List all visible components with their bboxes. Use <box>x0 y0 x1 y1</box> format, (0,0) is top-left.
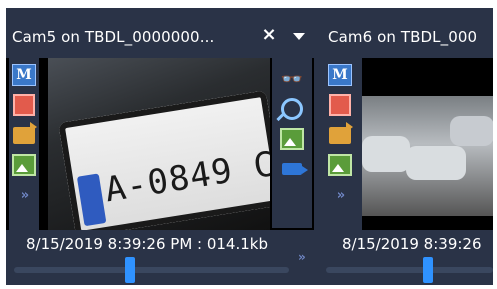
camera-title-bar-left: Cam5 on TBDL_0000000... × <box>6 8 314 58</box>
toolbar-more-button[interactable]: » <box>12 184 36 206</box>
video-view-right[interactable] <box>362 58 493 230</box>
more-icon: » <box>336 187 346 203</box>
timeline-slider-left[interactable] <box>14 257 289 283</box>
camera-viewer-app: Cam5 on TBDL_0000000... × A-0849 CS M » … <box>6 8 493 285</box>
camera-panel-left: Cam5 on TBDL_0000000... × A-0849 CS M » … <box>6 8 314 285</box>
folder-export-icon <box>13 121 37 144</box>
toolbar-export-button[interactable] <box>12 121 37 146</box>
toolbar-image-button[interactable] <box>280 128 304 150</box>
right-toolbar: 👓 <box>272 58 312 228</box>
close-button[interactable]: × <box>259 24 279 46</box>
car <box>450 116 493 146</box>
toolbar-export-button[interactable] <box>328 121 353 146</box>
stop-icon <box>329 94 351 116</box>
toolbar-camera-button[interactable] <box>280 158 308 180</box>
toolbar-search-button[interactable] <box>280 98 304 120</box>
status-bar-right: 8/15/2019 8:39:26 <box>322 232 493 284</box>
camera-title-left: Cam5 on TBDL_0000000... <box>12 28 215 46</box>
parking-lot-scene <box>362 96 493 216</box>
toolbar-snapshot-button[interactable] <box>12 154 36 176</box>
car <box>406 146 466 180</box>
more-icon: » <box>20 187 30 203</box>
stop-icon <box>13 94 35 116</box>
video-frame-left: A-0849 CS <box>48 58 270 230</box>
toolbar-snapshot-button[interactable] <box>328 154 352 176</box>
slider-thumb-right[interactable] <box>423 257 433 283</box>
toolbar-stop-button[interactable] <box>12 94 36 116</box>
status-bar-left: 8/15/2019 8:39:26 PM : 014.1kb <box>6 232 314 284</box>
status-text-left: 8/15/2019 8:39:26 PM : 014.1kb <box>26 235 268 253</box>
folder-export-icon <box>329 121 353 144</box>
left-toolbar: M » <box>9 58 39 236</box>
image-icon <box>280 128 304 150</box>
timeline-slider-right[interactable] <box>326 257 493 283</box>
video-view-left[interactable]: A-0849 CS <box>6 58 314 230</box>
plate-eu-band <box>76 173 107 227</box>
image-icon <box>12 154 36 176</box>
toolbar-m-button[interactable]: M <box>328 64 352 86</box>
panel-menu-dropdown[interactable] <box>290 24 308 46</box>
more-icon[interactable]: » <box>298 250 306 264</box>
toolbar-m-button[interactable]: M <box>12 64 36 86</box>
camera-icon <box>282 163 308 175</box>
m-icon: M <box>12 64 36 86</box>
binoculars-icon: 👓 <box>280 68 304 90</box>
slider-thumb-left[interactable] <box>125 257 135 283</box>
camera-panel-right: Cam6 on TBDL_000 M » 8/15/2019 8:39:26 <box>322 8 493 285</box>
status-text-right: 8/15/2019 8:39:26 <box>342 235 482 253</box>
camera-title-bar-right: Cam6 on TBDL_000 <box>322 8 493 58</box>
right-panel-toolbar: M » <box>325 58 355 236</box>
license-plate-image: A-0849 CS <box>58 90 270 230</box>
m-icon: M <box>328 64 352 86</box>
license-plate-text: A-0849 CS <box>102 140 270 211</box>
toolbar-more-button[interactable]: » <box>328 184 352 206</box>
image-icon <box>328 154 352 176</box>
toolbar-stop-button[interactable] <box>328 94 352 116</box>
toolbar-binoculars-button[interactable]: 👓 <box>280 68 304 90</box>
car <box>362 136 410 172</box>
search-icon <box>281 98 303 120</box>
camera-title-right: Cam6 on TBDL_000 <box>328 28 478 46</box>
